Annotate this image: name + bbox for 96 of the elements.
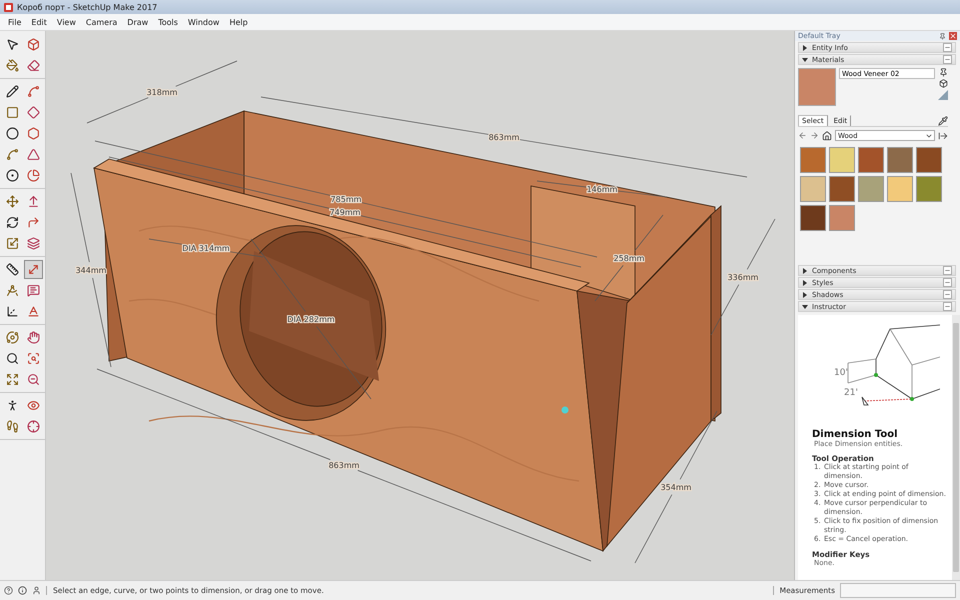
pencil-icon (6, 85, 18, 98)
forward-arrow-icon[interactable] (810, 131, 819, 140)
compass-icon (6, 284, 18, 297)
label-icon (26, 284, 40, 297)
material-swatch[interactable] (887, 147, 913, 173)
material-preview (798, 68, 836, 106)
home-icon[interactable] (822, 130, 832, 140)
paint-bucket-icon (6, 59, 18, 72)
layers-icon (26, 237, 40, 250)
scrollbar-thumb[interactable] (953, 323, 959, 572)
diagonal-arrow-icon (26, 263, 40, 276)
curved-arrow-icon (26, 216, 40, 229)
circle-icon (6, 127, 18, 140)
eraser-icon (26, 59, 40, 72)
back-arrow-icon[interactable] (798, 131, 807, 140)
eye-icon (26, 399, 40, 412)
help-icon[interactable] (4, 586, 13, 595)
curve-icon (6, 148, 18, 161)
app-icon (4, 2, 13, 12)
minimize-icon[interactable] (943, 55, 952, 64)
material-swatch[interactable] (800, 147, 826, 173)
dimension-label: 785mm (330, 195, 362, 204)
cube-icon[interactable] (938, 79, 948, 88)
material-swatch[interactable] (829, 147, 855, 173)
material-swatch[interactable] (829, 205, 855, 231)
dimension-label: DIA 282mm (287, 315, 335, 324)
letter-icon (26, 305, 40, 318)
pin-icon[interactable] (939, 32, 946, 40)
eyedropper-icon[interactable] (938, 116, 948, 126)
dimension-label: 336mm (728, 273, 758, 282)
dimension-label: 10' (834, 368, 848, 378)
dimension-label: 344mm (76, 266, 106, 275)
dimension-label: 318mm (146, 88, 178, 97)
material-swatch[interactable] (916, 176, 942, 202)
details-arrow-icon[interactable] (938, 130, 948, 140)
material-swatch[interactable] (858, 176, 884, 202)
menu-item[interactable]: Draw (123, 16, 152, 28)
axes-icon (6, 305, 18, 318)
ruler-icon (6, 263, 18, 276)
triangle-icon (938, 90, 948, 100)
scrollbar[interactable] (952, 315, 960, 580)
curve-icon (26, 85, 40, 98)
material-swatch[interactable] (800, 176, 826, 202)
minimize-icon[interactable] (943, 278, 952, 287)
dimension-label: 354mm (660, 483, 692, 492)
menu-item[interactable]: Edit (27, 16, 51, 28)
cursor-icon (6, 38, 18, 51)
material-swatch[interactable] (800, 205, 826, 231)
dimension-label: 863mm (488, 133, 520, 142)
rotate-icon (6, 216, 18, 229)
menu-item[interactable]: Camera (82, 16, 122, 28)
dimension-label: 21' (844, 388, 858, 398)
material-swatch[interactable] (887, 176, 913, 202)
cube-icon (26, 38, 40, 51)
zoom-icon (6, 352, 18, 365)
info-icon[interactable] (18, 586, 27, 595)
measurements-field[interactable] (840, 583, 956, 598)
dimension-label: 749mm (330, 208, 360, 217)
window-title: Короб порт - SketchUp Make 2017 (17, 2, 158, 12)
expand-icon (6, 373, 18, 386)
pie-icon (26, 169, 40, 182)
pin-icon[interactable] (938, 68, 948, 77)
move-icon (6, 195, 18, 208)
hexagon-icon (26, 127, 40, 140)
minimize-icon[interactable] (943, 290, 952, 299)
dimension-label: 863mm (328, 461, 360, 470)
push-up-icon (26, 195, 40, 208)
footprints-icon (6, 420, 18, 433)
user-icon[interactable] (32, 586, 41, 595)
person-icon (6, 399, 18, 412)
crosshair-icon (26, 420, 40, 433)
hand-icon (26, 331, 40, 344)
menu-item[interactable]: Tools (154, 16, 182, 28)
zoom-window-icon (26, 352, 40, 365)
circle-dot-icon (6, 169, 18, 182)
triangle-icon (26, 148, 40, 161)
menu-item[interactable]: File (4, 16, 26, 28)
dimension-label: DIA 314mm (182, 244, 230, 253)
menu-item[interactable]: Help (225, 16, 252, 28)
minimize-icon[interactable] (943, 266, 952, 275)
close-icon[interactable] (949, 32, 957, 40)
material-swatch[interactable] (858, 147, 884, 173)
material-swatch[interactable] (829, 176, 855, 202)
inference-point-icon (562, 406, 568, 414)
minimize-icon[interactable] (943, 302, 952, 311)
menu-item[interactable]: Window (184, 16, 224, 28)
square-icon (6, 106, 18, 119)
diamond-icon (26, 106, 40, 119)
minimize-icon[interactable] (943, 43, 952, 52)
scale-icon (6, 237, 18, 250)
tool-name: Dimension Tool (812, 429, 899, 440)
material-swatch[interactable] (916, 147, 942, 173)
menu-item[interactable]: View (52, 16, 80, 28)
zoom-out-icon (26, 373, 40, 386)
dimension-label: 146mm (586, 185, 618, 194)
orbit-icon (6, 331, 18, 344)
